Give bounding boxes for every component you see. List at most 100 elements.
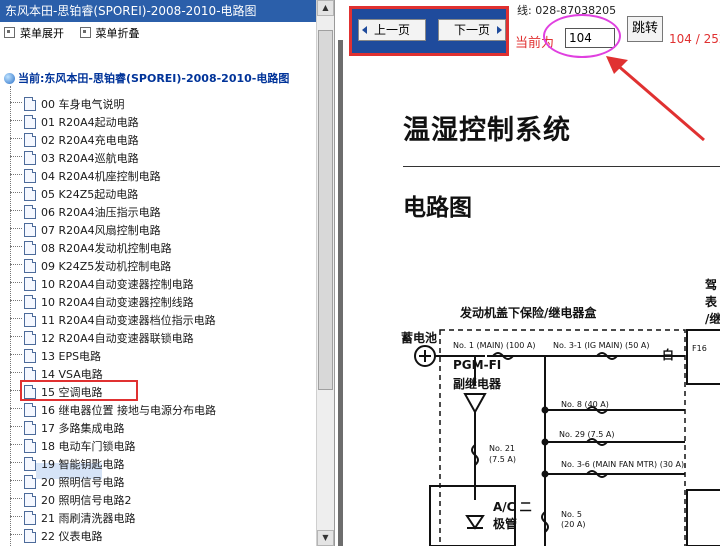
collapse-menu-button[interactable]: 菜单折叠 [79,27,140,40]
tree-connector [10,210,22,212]
globe-icon [4,73,15,84]
tree-item-label: 13 EPS电路 [41,350,102,363]
tree-item-label: 18 电动车门锁电路 [41,440,136,453]
document-icon [24,529,36,543]
tree-item-label: 20 照明信号电路2 [41,494,132,507]
frame-divider [338,40,343,546]
panel-title: 东风本田-思铂睿(SPOREI)-2008-2010-电路图 [0,0,334,22]
tree-item[interactable]: 00 车身电气说明 [10,96,125,114]
tree-connector [10,372,22,374]
fuse-box-label: 发动机盖下保险/继电器盒 [460,306,597,320]
document-icon [24,241,36,255]
document-icon [24,187,36,201]
tree-item[interactable]: 03 R20A4巡航电路 [10,150,139,168]
tree-connector [10,300,22,302]
tree-item[interactable]: 10 R20A4自动变速器控制线路 [10,294,194,312]
selected-item-highlight [20,380,138,401]
document-icon [24,421,36,435]
document-icon [24,349,36,363]
tree-item[interactable]: 19 智能钥匙电路 [10,456,125,474]
tree-item[interactable]: 04 R20A4机座控制电路 [10,168,161,186]
tree-item[interactable]: 17 多路集成电路 [10,420,125,438]
scroll-up-arrow-icon[interactable]: ▲ [317,0,334,16]
tree-connector [10,228,22,230]
tree-item-label: 04 R20A4机座控制电路 [41,170,161,183]
collapse-label: 菜单折叠 [95,27,140,40]
jump-button[interactable]: 跳转 [627,16,663,42]
tree-root[interactable]: 当前:东风本田-思铂睿(SPOREI)-2008-2010-电路图 [4,70,289,88]
tree-item[interactable]: 10 R20A4自动变速器控制电路 [10,276,194,294]
fuse-36-label: No. 3-6 (MAIN FAN MTR) (30 A) [561,460,685,469]
tree-item[interactable]: 06 R20A4油压指示电路 [10,204,161,222]
circuit-diagram [414,329,720,546]
left-arrow-icon [362,26,367,34]
document-icon [24,331,36,345]
tree-item-label: 01 R20A4起动电路 [41,116,139,129]
tree-item[interactable]: 01 R20A4起动电路 [10,114,139,132]
tree-item-label: 11 R20A4自动变速器档位指示电路 [41,314,216,327]
tree-connector [10,462,22,464]
menu-controls: 菜单展开 菜单折叠 [0,25,334,43]
tree-connector [10,426,22,428]
tree-connector [10,120,22,122]
nav-button-group: 上一页 下一页 [349,6,509,56]
document-title: 温湿控制系统 [403,115,571,146]
tree-item-label: 06 R20A4油压指示电路 [41,206,161,219]
document-icon [24,295,36,309]
prev-page-label: 上一页 [373,23,410,37]
tree-item[interactable]: 02 R20A4充电电路 [10,132,139,150]
tree-item[interactable]: 07 R20A4风扇控制电路 [10,222,161,240]
tree-item-label: 03 R20A4巡航电路 [41,152,139,165]
next-page-button[interactable]: 下一页 [438,19,506,41]
expand-menu-button[interactable]: 菜单展开 [4,27,64,40]
right-arrow-icon [497,26,502,34]
tree-item-label: 12 R20A4自动变速器联锁电路 [41,332,194,345]
right-edge-label-3: /继 [705,312,720,326]
tree-item[interactable]: 20 照明信号电路2 [10,492,132,510]
tree-connector [10,174,22,176]
tree-item-label: 22 仪表电路 [41,530,103,543]
tree-connector [10,534,22,536]
document-icon [24,97,36,111]
document-icon [24,115,36,129]
tree-item[interactable]: 12 R20A4自动变速器联锁电路 [10,330,194,348]
document-subtitle: 电路图 [403,195,472,221]
tree-item-label: 07 R20A4风扇控制电路 [41,224,161,237]
tree-item-label: 05 K24Z5起动电路 [41,188,139,201]
prev-page-button[interactable]: 上一页 [358,19,426,41]
page-count: 104 / 252 [669,32,720,46]
battery-label: 蓄电池 [401,331,438,345]
relay-label-1: PGM-FI [453,358,502,372]
tree-item[interactable]: 09 K24Z5发动机控制电路 [10,258,171,276]
tree-item-label: 00 车身电气说明 [41,98,125,111]
document-icon [24,439,36,453]
tree-connector [10,480,22,482]
tree-item-label: 10 R20A4自动变速器控制电路 [41,278,194,291]
tree-connector [10,102,22,104]
tree-item[interactable]: 08 R20A4发动机控制电路 [10,240,172,258]
scroll-thumb[interactable] [318,30,333,390]
fuse-8-label: No. 8 (40 A) [561,400,609,409]
document-icon [24,133,36,147]
expand-label: 菜单展开 [20,27,64,40]
expand-icon [4,27,15,38]
scroll-down-arrow-icon[interactable]: ▼ [317,530,334,546]
tree-item[interactable]: 11 R20A4自动变速器档位指示电路 [10,312,216,330]
vertical-scrollbar[interactable]: ▲ ▼ [316,0,334,546]
document-icon [24,205,36,219]
tree-item[interactable]: 20 照明信号电路 [10,474,125,492]
tree-connector [10,318,22,320]
tree-item[interactable]: 13 EPS电路 [10,348,101,366]
tree-item[interactable]: 21 雨刷清洗器电路 [10,510,136,528]
tree-connector [10,516,22,518]
tree-item[interactable]: 05 K24Z5起动电路 [10,186,138,204]
tree-item[interactable]: 22 仪表电路 [10,528,103,546]
tree-item[interactable]: 18 电动车门锁电路 [10,438,136,456]
fuse-5-rating: (20 A) [561,520,586,529]
tree-item-label: 21 雨刷清洗器电路 [41,512,136,525]
document-icon [24,475,36,489]
document-viewer: 线: 028-87038205 上一页 下一页 当前为 跳转 104 / 252… [335,0,720,546]
tree-item-label: 08 R20A4发动机控制电路 [41,242,172,255]
tree-item[interactable]: 16 继电器位置 接地与电源分布电路 [10,402,216,420]
tree-item-label: 16 继电器位置 接地与电源分布电路 [41,404,216,417]
